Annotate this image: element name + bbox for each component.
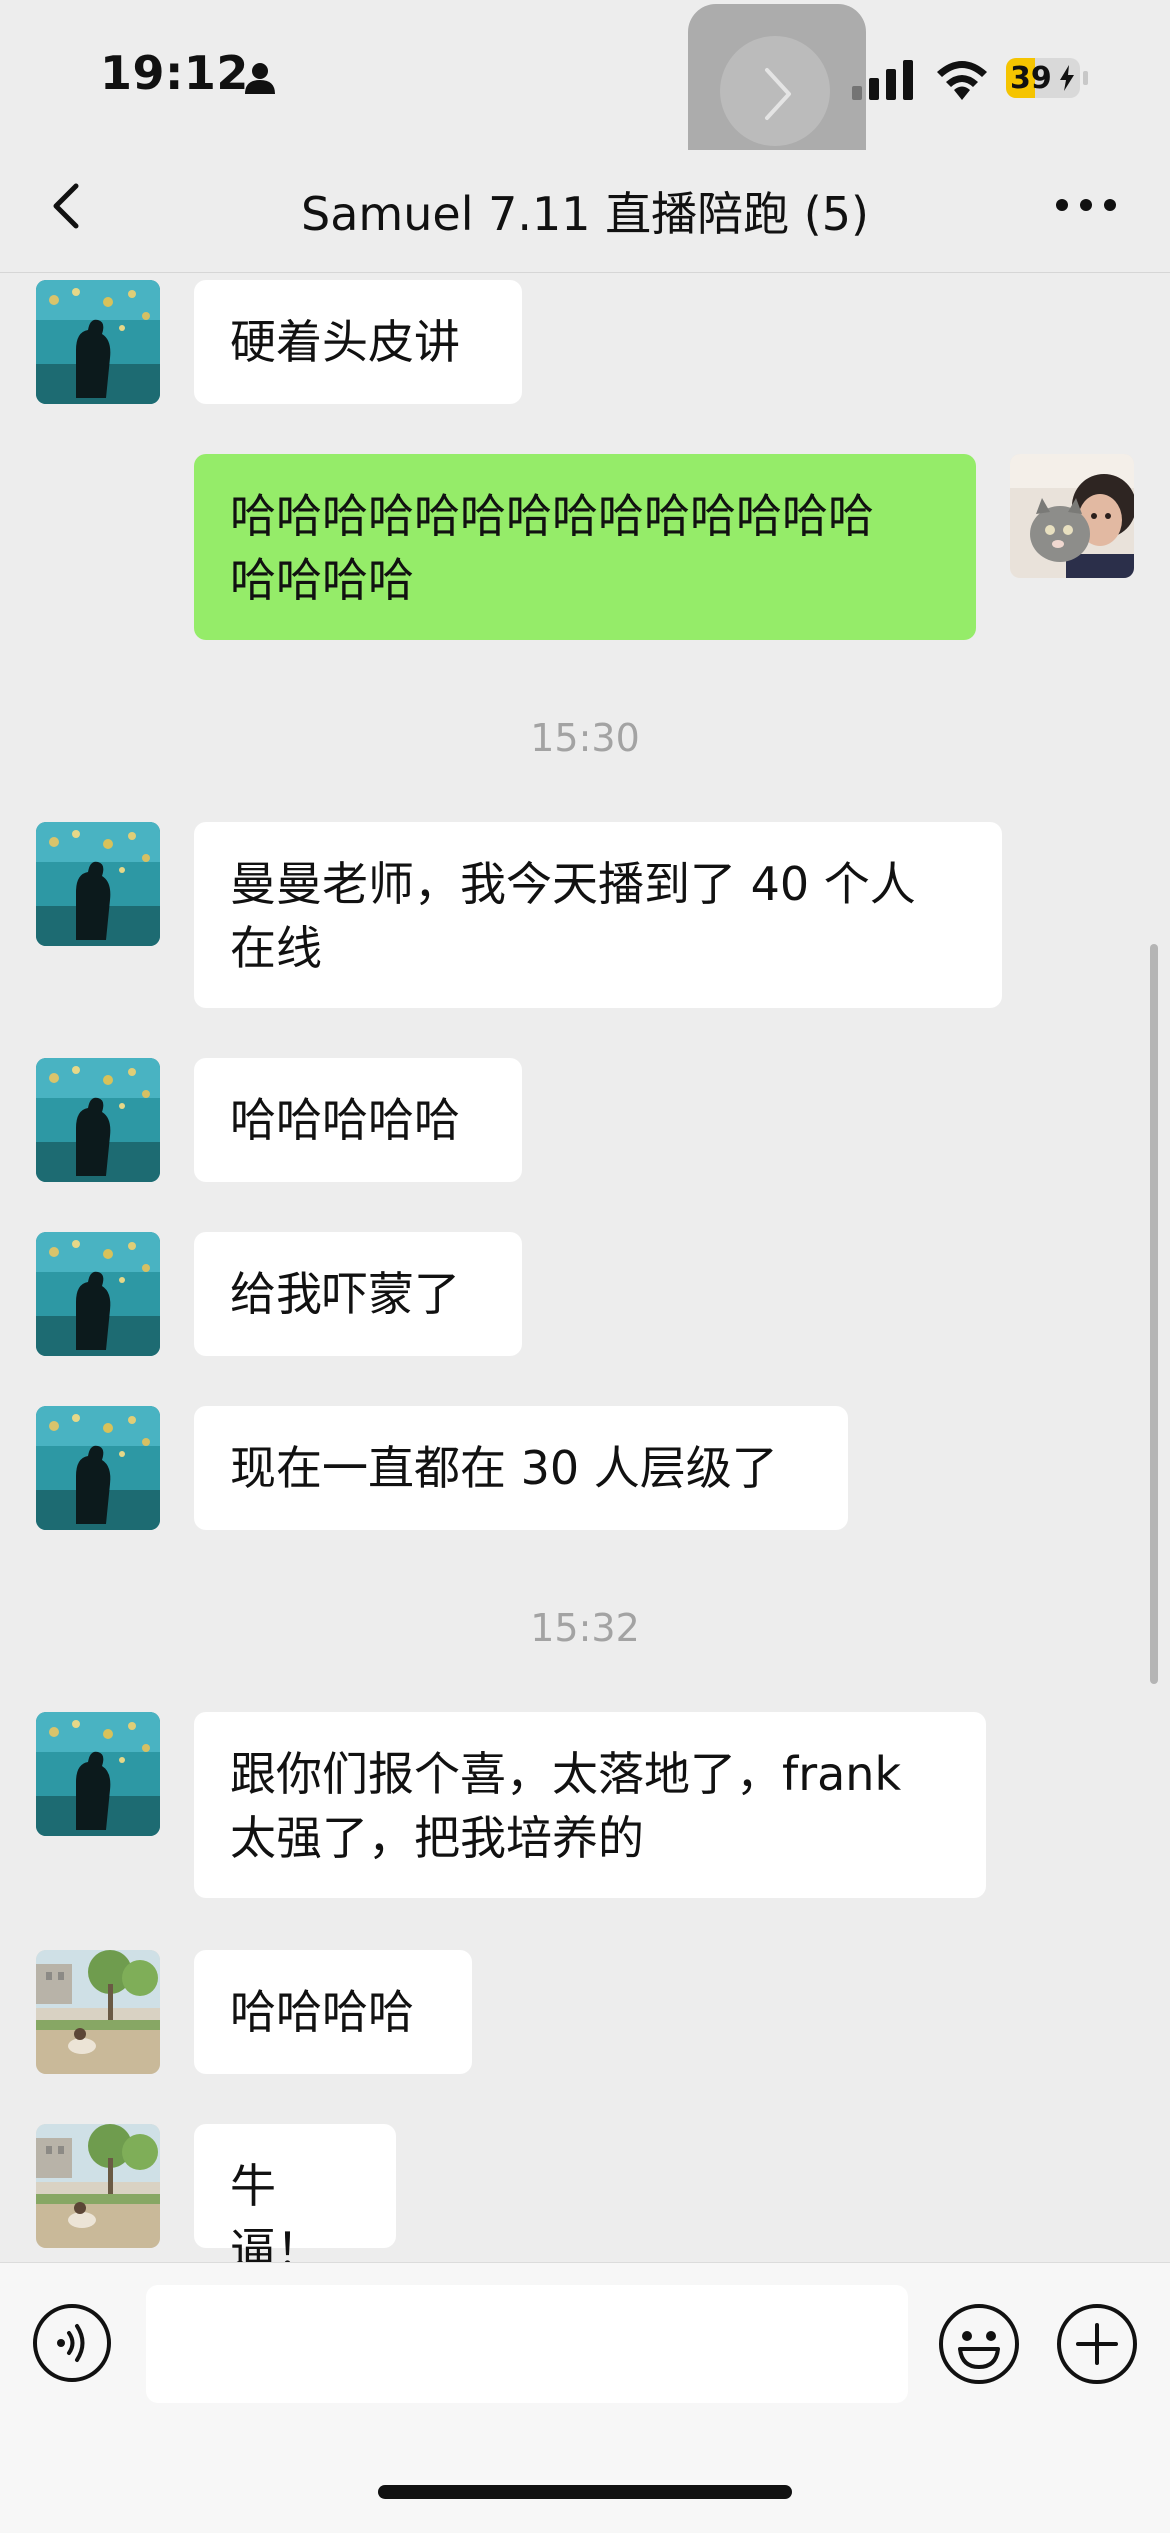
timestamp: 15:32 — [530, 1606, 640, 1650]
aquarium-avatar[interactable] — [36, 280, 160, 404]
input-bar — [0, 2262, 1170, 2533]
aquarium-avatar[interactable] — [36, 1406, 160, 1530]
nav-bar: Samuel 7.11 直播陪跑 (5) — [0, 150, 1170, 273]
message-text-line: 太强了，把我培养的 — [230, 1811, 644, 1865]
message-bubble[interactable]: 哈哈哈哈 — [194, 1950, 472, 2074]
plus-icon[interactable] — [1056, 2303, 1138, 2385]
park-avatar[interactable] — [36, 2124, 160, 2248]
message-list[interactable]: 硬着头皮讲 哈哈哈哈哈哈哈哈哈哈哈哈哈哈 哈哈哈哈 15:30 曼曼老师，我今天… — [0, 272, 1170, 2262]
message-text: 现在一直都在 30 人层级了 — [230, 1441, 778, 1495]
voice-icon[interactable] — [32, 2303, 112, 2383]
message-bubble[interactable]: 给我吓蒙了 — [194, 1232, 522, 1356]
message-bubble-outgoing[interactable]: 哈哈哈哈哈哈哈哈哈哈哈哈哈哈 哈哈哈哈 — [194, 454, 976, 640]
message-bubble[interactable]: 哈哈哈哈哈 — [194, 1058, 522, 1182]
status-time: 19:12 — [100, 46, 249, 100]
aquarium-avatar[interactable] — [36, 822, 160, 946]
home-indicator[interactable] — [378, 2485, 792, 2499]
person-icon — [245, 63, 275, 94]
message-text: 牛逼！ — [230, 2159, 322, 2262]
battery-percent: 39 — [1010, 61, 1052, 96]
chat-title: Samuel 7.11 直播陪跑 (5) — [301, 187, 869, 241]
park-avatar[interactable] — [36, 1950, 160, 2074]
message-text: 给我吓蒙了 — [230, 1267, 460, 1321]
message-bubble[interactable]: 曼曼老师，我今天播到了 40 个人 在线 — [194, 822, 1002, 1008]
aquarium-avatar[interactable] — [36, 1232, 160, 1356]
status-bar: 19:12 39 — [0, 0, 1170, 150]
more-dots-icon[interactable] — [1052, 190, 1120, 220]
emoji-icon[interactable] — [938, 2303, 1020, 2385]
message-input[interactable] — [146, 2285, 908, 2403]
message-bubble[interactable]: 现在一直都在 30 人层级了 — [194, 1406, 848, 1530]
message-text: 哈哈哈哈哈 — [230, 1093, 460, 1147]
message-bubble[interactable]: 牛逼！ — [194, 2124, 396, 2262]
message-text-line: 哈哈哈哈 — [230, 553, 414, 607]
message-text-line: 在线 — [230, 921, 322, 975]
message-text-line: 曼曼老师，我今天播到了 40 个人 — [230, 857, 916, 911]
battery-charging-icon: 39 — [1006, 58, 1088, 98]
message-text-line: 哈哈哈哈哈哈哈哈哈哈哈哈哈哈 — [230, 489, 874, 543]
message-text: 哈哈哈哈 — [230, 1985, 414, 2039]
chevron-right-icon — [765, 68, 791, 120]
message-bubble[interactable]: 硬着头皮讲 — [194, 280, 522, 404]
wifi-icon — [937, 61, 987, 100]
aquarium-avatar[interactable] — [36, 1058, 160, 1182]
cat-girl-avatar[interactable] — [1010, 454, 1134, 578]
scrollbar[interactable] — [1150, 944, 1158, 1684]
message-bubble[interactable]: 跟你们报个喜，太落地了，frank 太强了，把我培养的 — [194, 1712, 986, 1898]
message-text: 硬着头皮讲 — [230, 315, 460, 369]
message-text-line: 跟你们报个喜，太落地了，frank — [230, 1747, 902, 1801]
timestamp: 15:30 — [530, 716, 640, 760]
aquarium-avatar[interactable] — [36, 1712, 160, 1836]
